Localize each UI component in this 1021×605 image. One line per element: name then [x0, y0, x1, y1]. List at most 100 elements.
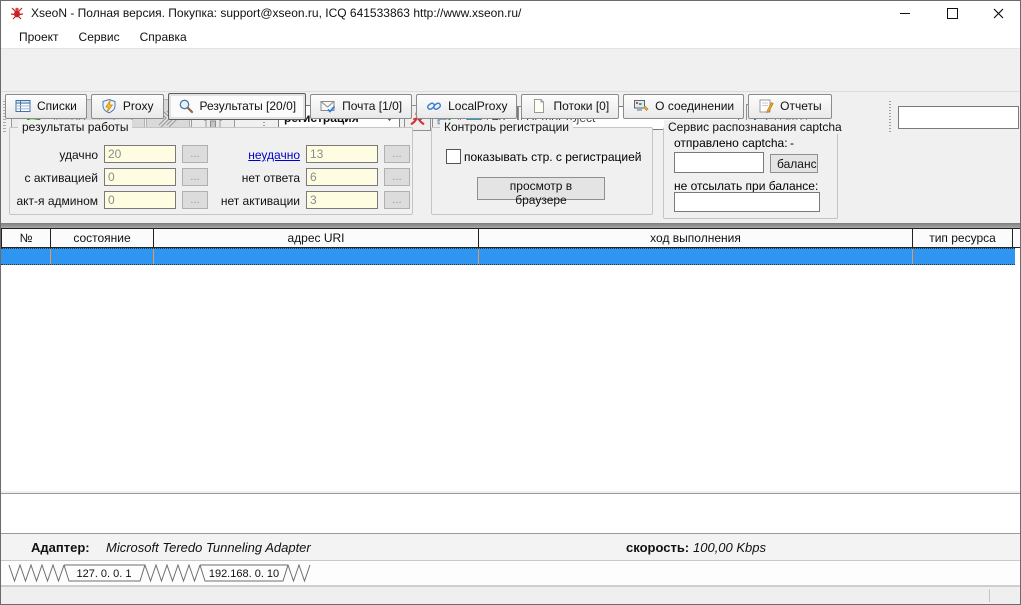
row-cell-uri [154, 249, 479, 264]
row-cell-state [51, 249, 154, 264]
adapter-status-bar: Адаптер: Microsoft Teredo Tunneling Adap… [1, 534, 1020, 561]
adapter-value: Microsoft Teredo Tunneling Adapter [106, 540, 311, 555]
bottom-status-bar [1, 586, 1020, 604]
adapter-label: Адаптер: [31, 540, 90, 555]
tab-bar: Списки Proxy Результаты [20/0] Почта [1/… [1, 92, 1020, 120]
no-answer-count-field[interactable] [306, 168, 378, 186]
column-header-filler [1013, 229, 1020, 247]
admin-activated-count-field[interactable] [104, 191, 176, 209]
tab-label: О соединении [655, 99, 734, 113]
tab-proxy[interactable]: Proxy [91, 94, 164, 119]
captcha-groupbox-title: Сервис распознавания captcha [664, 120, 846, 134]
column-header-state[interactable]: состояние [51, 229, 154, 247]
menu-bar: Проект Сервис Справка [1, 25, 1020, 48]
field-label-admin-activated: акт-я админом [12, 194, 98, 208]
proxy-shield-icon [101, 98, 117, 114]
activated-more-button[interactable]: ... [182, 168, 208, 186]
selected-table-row[interactable] [1, 248, 1015, 265]
success-count-field[interactable] [104, 145, 176, 163]
ip-tab-2-label[interactable]: 192.168. 0. 10 [209, 568, 279, 580]
captcha-threshold-label: не отсылать при балансе: [674, 179, 818, 193]
tab-label: Потоки [0] [553, 99, 609, 113]
activated-count-field[interactable] [104, 168, 176, 186]
no-answer-more-button[interactable]: ... [384, 168, 410, 186]
table-header: № состояние адрес URI ход выполнения тип… [1, 228, 1020, 248]
results-groupbox-title: результаты работы [18, 120, 132, 134]
field-label-no-answer: нет ответа [210, 171, 300, 185]
success-more-button[interactable]: ... [182, 145, 208, 163]
tab-results[interactable]: Результаты [20/0] [168, 93, 307, 120]
menu-help[interactable]: Справка [130, 27, 197, 47]
links-icon [426, 98, 442, 114]
tab-threads[interactable]: Потоки [0] [521, 94, 619, 119]
column-header-progress[interactable]: ход выполнения [479, 229, 913, 247]
status-bar-divider [989, 589, 990, 602]
ip-tab-1-label[interactable]: 127. 0. 0. 1 [76, 568, 131, 580]
captcha-sent-label: отправлено captcha: [674, 136, 788, 150]
registration-groupbox-title: Контроль регистрации [440, 120, 573, 134]
list-icon [15, 98, 31, 114]
menu-project[interactable]: Проект [9, 27, 69, 47]
tab-reports[interactable]: Отчеты [748, 94, 831, 119]
close-icon [993, 8, 1004, 19]
minimize-button[interactable] [882, 1, 928, 25]
tab-lists[interactable]: Списки [5, 94, 87, 119]
no-activation-count-field[interactable] [306, 191, 378, 209]
maximize-icon [947, 8, 958, 19]
app-logo-icon [9, 5, 25, 21]
report-icon [758, 98, 774, 114]
page-icon [531, 98, 547, 114]
zigzag-right [288, 565, 310, 581]
toolbar: регистрация [1, 48, 1020, 92]
menu-service[interactable]: Сервис [69, 27, 130, 47]
column-header-resource-type[interactable]: тип ресурса [913, 229, 1013, 247]
title-bar: XseoN - Полная версия. Покупка: support@… [1, 1, 1020, 25]
row-cell-resource-type [913, 249, 1013, 264]
column-header-number[interactable]: № [1, 229, 51, 247]
maximize-button[interactable] [929, 1, 975, 25]
tab-label: Proxy [123, 99, 154, 113]
tab-label: Отчеты [780, 99, 821, 113]
row-cell-progress [479, 249, 913, 264]
results-groupbox: результаты работы удачно ... с активацие… [9, 127, 413, 215]
tab-label: Списки [37, 99, 77, 113]
window-title: XseoN - Полная версия. Покупка: support@… [31, 6, 521, 20]
search-icon [178, 98, 194, 114]
admin-activated-more-button[interactable]: ... [182, 191, 208, 209]
tab-label: Почта [1/0] [342, 99, 402, 113]
ip-tabset[interactable]: 127. 0. 0. 1 192.168. 0. 10 [5, 563, 325, 584]
registration-groupbox: Контроль регистрации показывать стр. с р… [431, 127, 653, 215]
failed-more-button[interactable]: ... [384, 145, 410, 163]
tab-mail[interactable]: Почта [1/0] [310, 94, 412, 119]
connection-icon [633, 98, 649, 114]
captcha-balance-input[interactable] [674, 152, 764, 173]
app-window: XseoN - Полная версия. Покупка: support@… [0, 0, 1021, 605]
tab-localproxy[interactable]: LocalProxy [416, 94, 517, 119]
field-label-activated: с активацией [18, 171, 98, 185]
tab-label: LocalProxy [448, 99, 507, 113]
failed-count-field[interactable] [306, 145, 378, 163]
ip-tab-strip: 127. 0. 0. 1 192.168. 0. 10 [1, 561, 1020, 586]
captcha-groupbox: Сервис распознавания captcha отправлено … [663, 127, 838, 219]
log-panel: [11.07.2015 0:59:24] - текущий проект - … [1, 493, 1020, 534]
field-label-success: удачно [18, 148, 98, 162]
field-label-no-activation: нет активации [210, 194, 300, 208]
balance-button[interactable]: баланс [770, 154, 818, 173]
zigzag-middle [145, 565, 200, 581]
speed-value: 100,00 Kbps [693, 540, 766, 555]
minimize-icon [900, 13, 910, 14]
captcha-sent-value: - [790, 136, 794, 150]
mail-icon [320, 98, 336, 114]
speed-label: скорость: [626, 540, 689, 555]
tab-connection[interactable]: О соединении [623, 94, 744, 119]
column-header-uri[interactable]: адрес URI [154, 229, 479, 247]
no-activation-more-button[interactable]: ... [384, 191, 410, 209]
failed-link[interactable]: неудачно [210, 148, 300, 162]
captcha-threshold-input[interactable] [674, 192, 820, 212]
zigzag-left [9, 565, 64, 581]
close-button[interactable] [975, 1, 1021, 25]
browser-preview-button[interactable]: просмотр в браузере [477, 177, 605, 200]
tab-label: Результаты [20/0] [200, 99, 297, 113]
show-registration-checkbox-label[interactable]: показывать стр. с регистрацией [464, 150, 641, 164]
show-registration-checkbox[interactable] [446, 149, 461, 164]
